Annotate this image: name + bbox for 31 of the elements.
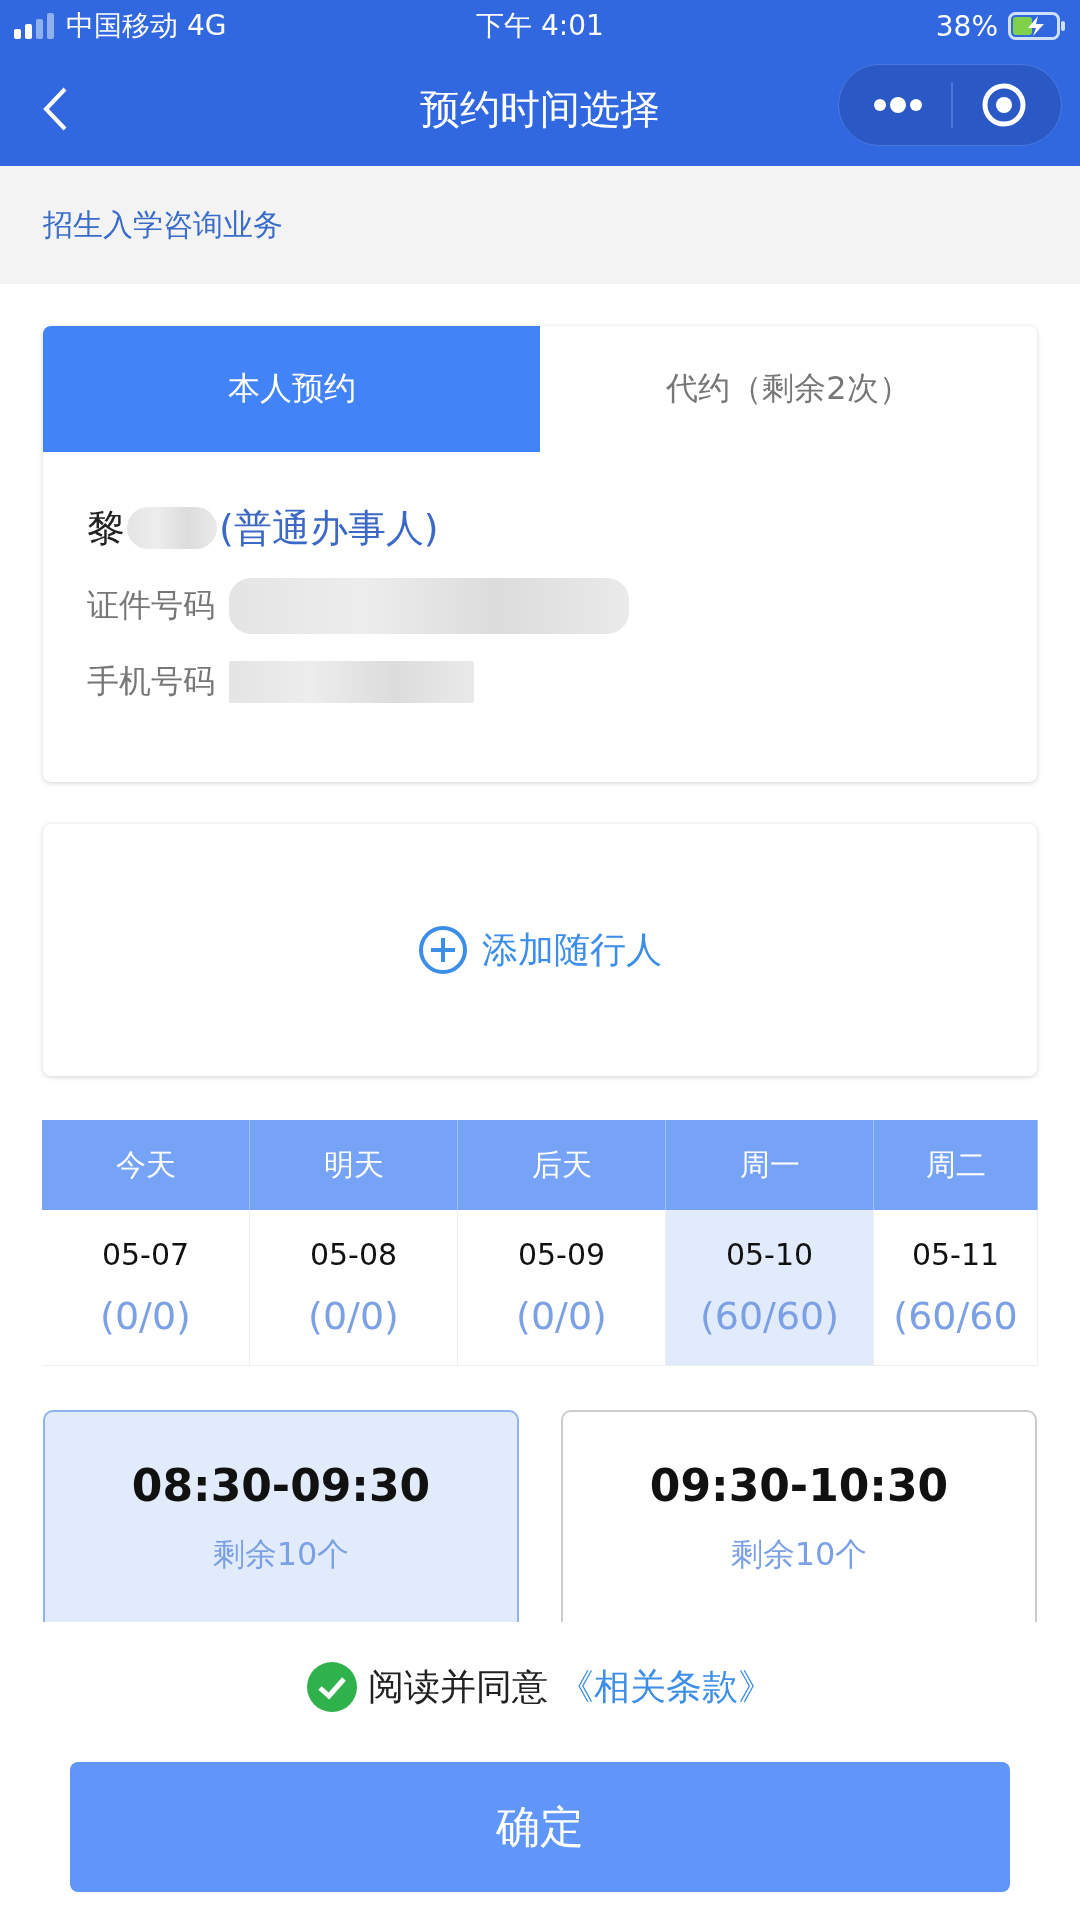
date-cell[interactable]: 05-11 (60/60 xyxy=(874,1210,1038,1366)
add-icon xyxy=(418,925,468,975)
date-cell[interactable]: 05-09 (0/0) xyxy=(458,1210,666,1366)
weekday-header: 今天 xyxy=(42,1120,250,1210)
page-title: 预约时间选择 xyxy=(419,84,661,134)
weekday-header: 后天 xyxy=(458,1120,666,1210)
agreement-text: 阅读并同意 xyxy=(368,1664,548,1709)
tab[interactable]: 代约（剩余2次） xyxy=(540,326,1037,452)
weekday-header: 明天 xyxy=(250,1120,458,1210)
carrier-text: 中国移动 4G xyxy=(66,8,227,44)
signal-icon xyxy=(14,13,56,39)
check-icon[interactable] xyxy=(306,1661,358,1713)
weekday-header: 周一 xyxy=(666,1120,874,1210)
time-slot[interactable]: 08:30-09:30 剩余10个 xyxy=(43,1410,519,1622)
applicant-name: 黎 xyxy=(87,504,125,552)
date-cell[interactable]: 05-10 (60/60) xyxy=(666,1210,874,1366)
service-name: 招生入学咨询业务 xyxy=(43,205,283,244)
time-slot[interactable]: 09:30-10:30 剩余10个 xyxy=(561,1410,1037,1622)
date-cell[interactable]: 05-07 (0/0) xyxy=(42,1210,250,1366)
field-label: 手机号码 xyxy=(87,661,215,702)
back-icon[interactable] xyxy=(42,86,68,132)
more-icon[interactable] xyxy=(873,97,923,113)
battery-percent: 38% xyxy=(935,9,998,43)
applicant-role: (普通办事人) xyxy=(219,504,439,552)
field-label: 证件号码 xyxy=(87,585,215,626)
tab[interactable]: 本人预约 xyxy=(43,326,540,452)
close-icon[interactable] xyxy=(981,82,1027,128)
weekday-header: 周二 xyxy=(874,1120,1038,1210)
battery-icon xyxy=(1008,12,1066,40)
date-cell[interactable]: 05-08 (0/0) xyxy=(250,1210,458,1366)
status-time: 下午 4:01 xyxy=(476,8,604,44)
